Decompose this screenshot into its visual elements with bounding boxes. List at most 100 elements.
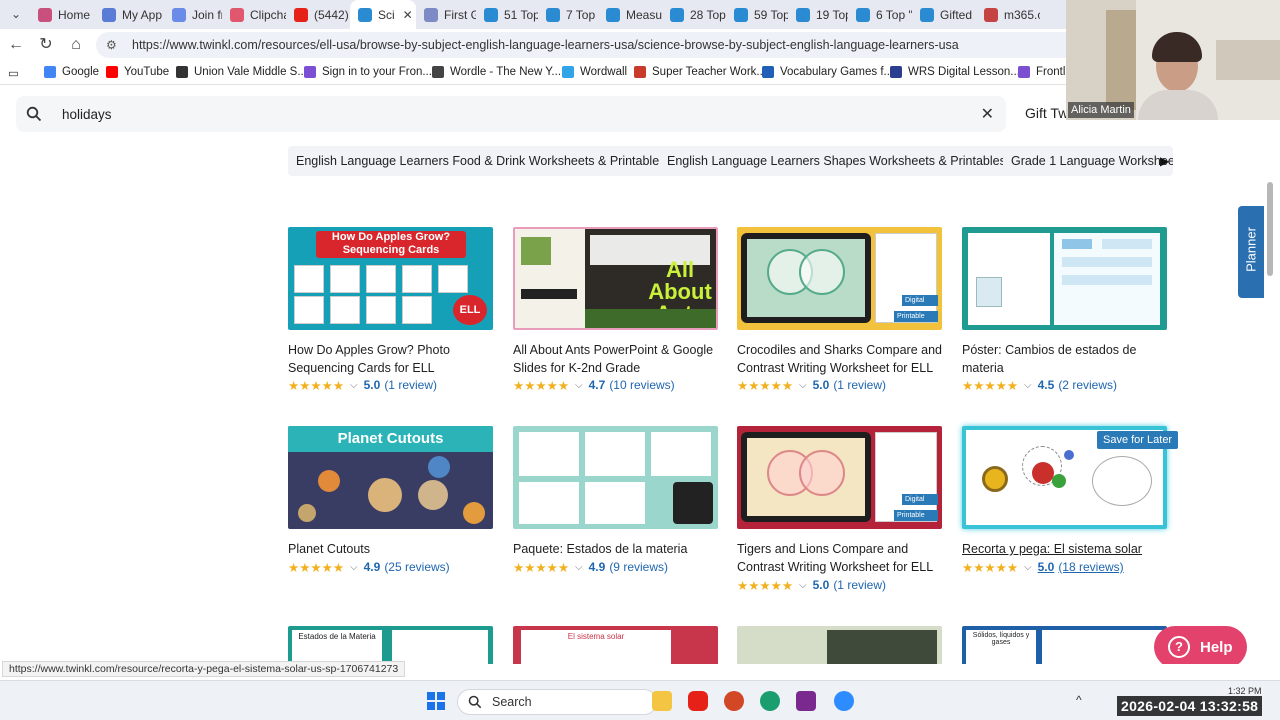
- resource-thumbnail[interactable]: Sólidos, líquidos y gases: [962, 626, 1167, 664]
- reload-icon[interactable]: ↻: [36, 35, 56, 55]
- browser-tab[interactable]: 6 Top ": [848, 0, 912, 29]
- bookmarks-menu-icon[interactable]: ▭: [8, 66, 19, 80]
- bookmark-item[interactable]: Union Vale Middle S...: [176, 66, 307, 78]
- resource-title[interactable]: Paquete: Estados de la materia: [513, 540, 718, 558]
- browser-tab[interactable]: Home F: [30, 0, 94, 29]
- review-count[interactable]: (2 reviews): [1058, 378, 1117, 392]
- rating-score: 4.9: [588, 560, 606, 574]
- rating-row: ★★★★★ ⌵ 4.7 (10 reviews): [513, 377, 675, 393]
- resource-title[interactable]: Tigers and Lions Compare and Contrast Wr…: [737, 540, 942, 576]
- browser-tab[interactable]: Measur: [598, 0, 662, 29]
- onenote-icon[interactable]: [796, 691, 816, 711]
- resource-thumbnail[interactable]: [513, 426, 718, 529]
- resource-thumbnail[interactable]: All About Ants: [513, 227, 718, 330]
- bookmark-item[interactable]: Wordle - The New Y...: [432, 66, 561, 78]
- file-explorer-icon[interactable]: [652, 691, 672, 711]
- chevron-down-icon[interactable]: ⌵: [350, 562, 358, 573]
- site-info-icon[interactable]: ⚙: [106, 38, 120, 52]
- powerpoint-icon[interactable]: [724, 691, 744, 711]
- resource-thumbnail[interactable]: Digital Printable: [737, 227, 942, 330]
- category-chip[interactable]: English Language Learners Shapes Workshe…: [659, 146, 1014, 176]
- bookmark-label: WRS Digital Lesson...: [908, 66, 1020, 78]
- star-rating-icon: ★★★★★: [962, 378, 1019, 393]
- gift-link[interactable]: Gift Tw: [1025, 105, 1068, 121]
- browser-tab[interactable]: Gifted E: [912, 0, 976, 29]
- chevron-down-icon[interactable]: ⌵: [350, 380, 358, 391]
- review-count[interactable]: (1 review): [833, 378, 886, 392]
- browser-tab[interactable]: Clipcha: [222, 0, 286, 29]
- browser-tab[interactable]: 19 Top: [788, 0, 848, 29]
- chevron-down-icon[interactable]: ⌵: [575, 380, 583, 391]
- resource-title[interactable]: Crocodiles and Sharks Compare and Contra…: [737, 341, 942, 377]
- taskbar-search[interactable]: Search: [457, 689, 657, 715]
- close-tab-icon[interactable]: ✕: [403, 8, 413, 22]
- resource-thumbnail[interactable]: How Do Apples Grow? Sequencing Cards ELL: [288, 227, 493, 330]
- zoom-icon[interactable]: [834, 691, 854, 711]
- taskbar-clock[interactable]: 1:32 PM: [1228, 686, 1262, 696]
- review-count[interactable]: (25 reviews): [384, 560, 449, 574]
- resource-thumbnail[interactable]: Estados de la Materia: [288, 626, 493, 664]
- bookmark-item[interactable]: YouTube: [106, 66, 169, 78]
- browser-tab[interactable]: Join fro: [164, 0, 222, 29]
- browser-tab[interactable]: 51 Top: [476, 0, 538, 29]
- review-count[interactable]: (9 reviews): [609, 560, 668, 574]
- browser-tab[interactable]: (5442) Y: [286, 0, 350, 29]
- scrollbar-thumb[interactable]: [1267, 182, 1273, 276]
- tab-list-chevron-icon[interactable]: ⌄: [6, 4, 26, 24]
- chevron-down-icon[interactable]: ⌵: [1024, 380, 1032, 391]
- resource-title[interactable]: How Do Apples Grow? Photo Sequencing Car…: [288, 341, 493, 377]
- address-bar[interactable]: ⚙ https://www.twinkl.com/resources/ell-u…: [96, 32, 1096, 58]
- bookmark-favicon-icon: [176, 66, 188, 78]
- category-chip[interactable]: Grade 1 Language Worksheet: [1003, 146, 1173, 176]
- chevron-down-icon[interactable]: ⌵: [1024, 562, 1032, 573]
- bookmark-item[interactable]: Frontli: [1018, 66, 1068, 78]
- resource-thumbnail[interactable]: El sistema solar: [513, 626, 718, 664]
- resource-title[interactable]: All About Ants PowerPoint & Google Slide…: [513, 341, 718, 377]
- bookmark-item[interactable]: Vocabulary Games f...: [762, 66, 893, 78]
- bookmark-item[interactable]: WRS Digital Lesson...: [890, 66, 1020, 78]
- bookmark-item[interactable]: Wordwall: [562, 66, 627, 78]
- edge-icon[interactable]: [760, 691, 780, 711]
- browser-tab[interactable]: 7 Top ": [538, 0, 598, 29]
- category-chip[interactable]: English Language Learners Food & Drink W…: [288, 146, 674, 176]
- youtube-icon[interactable]: [688, 691, 708, 711]
- tab-favicon-icon: [920, 7, 934, 22]
- help-button[interactable]: ? Help: [1154, 626, 1247, 664]
- resource-thumbnail[interactable]: Digital Printable: [737, 426, 942, 529]
- browser-tab[interactable]: Sci ✕: [350, 0, 416, 29]
- chevron-down-icon[interactable]: ⌵: [799, 380, 807, 391]
- planner-tab[interactable]: Planner: [1238, 206, 1264, 298]
- save-for-later-button[interactable]: Save for Later: [1097, 431, 1179, 449]
- resource-thumbnail[interactable]: [962, 227, 1167, 330]
- bookmark-item[interactable]: Google: [44, 66, 99, 78]
- browser-tab[interactable]: First Gr: [416, 0, 476, 29]
- resource-title[interactable]: Póster: Cambios de estados de materia: [962, 341, 1167, 377]
- review-count[interactable]: (18 reviews): [1058, 560, 1123, 574]
- chevron-down-icon[interactable]: ⌵: [799, 580, 807, 591]
- review-count[interactable]: (1 review): [833, 578, 886, 592]
- review-count[interactable]: (1 review): [384, 378, 437, 392]
- clear-search-icon[interactable]: ✕: [981, 104, 994, 124]
- back-icon[interactable]: ←: [6, 35, 26, 55]
- browser-tab[interactable]: 59 Top: [726, 0, 788, 29]
- site-search-bar: ✕: [16, 96, 1006, 132]
- tray-chevron-up-icon[interactable]: ^: [1076, 693, 1082, 707]
- resource-title[interactable]: Planet Cutouts: [288, 540, 493, 558]
- review-count[interactable]: (10 reviews): [609, 378, 674, 392]
- resource-thumbnail[interactable]: Planet Cutouts: [288, 426, 493, 529]
- search-input[interactable]: [62, 106, 942, 122]
- tab-favicon-icon: [606, 7, 620, 22]
- windows-start-icon[interactable]: [426, 691, 446, 711]
- bookmark-item[interactable]: Sign in to your Fron...: [304, 66, 432, 78]
- taskbar: Search ^: [0, 680, 1280, 720]
- ell-badge: ELL: [453, 295, 487, 325]
- bookmark-item[interactable]: Super Teacher Work...: [634, 66, 766, 78]
- chevron-right-icon[interactable]: ▶: [1160, 154, 1169, 168]
- browser-tab[interactable]: m365.cl: [976, 0, 1040, 29]
- browser-tab[interactable]: 28 Top: [662, 0, 726, 29]
- browser-tab[interactable]: My App: [94, 0, 164, 29]
- resource-title[interactable]: Recorta y pega: El sistema solar: [962, 540, 1167, 558]
- resource-thumbnail[interactable]: [737, 626, 942, 664]
- home-icon[interactable]: ⌂: [66, 35, 86, 55]
- chevron-down-icon[interactable]: ⌵: [575, 562, 583, 573]
